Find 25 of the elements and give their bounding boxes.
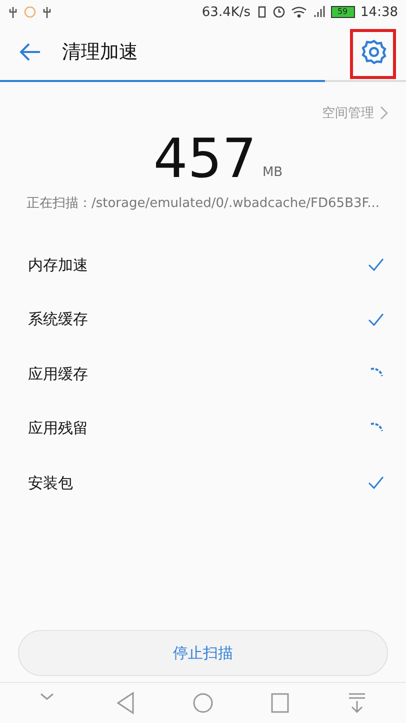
scan-category: 安装包: [28, 474, 74, 493]
recents-icon[interactable]: [269, 691, 292, 715]
junk-size: 457: [153, 128, 256, 190]
space-management-link[interactable]: 空间管理: [322, 104, 374, 122]
usb-icon: [8, 5, 18, 19]
home-icon[interactable]: [192, 691, 214, 715]
wifi-icon: [290, 5, 307, 19]
clock: 14:38: [360, 4, 398, 20]
network-speed: 63.4K/s: [202, 4, 251, 20]
chevron-icon: [380, 106, 388, 120]
battery-icon: 59: [330, 6, 355, 18]
scan-category: 应用残留: [28, 419, 89, 438]
signal-icon: [312, 5, 325, 19]
scan-category: 系统缓存: [28, 310, 89, 330]
alarm-icon: [272, 5, 285, 19]
size-unit: MB: [262, 165, 283, 180]
page-title: 清理加速: [62, 40, 139, 65]
vibrate-icon: [256, 5, 267, 19]
scan-category: 内存加速: [28, 256, 89, 275]
back-icon[interactable]: [114, 691, 137, 715]
usb-icon: [42, 5, 52, 19]
scan-path: 正在扫描：/storage/emulated/0/.wbadcache/FD65B3F...: [25, 195, 381, 212]
scan-category: 应用缓存: [28, 364, 89, 384]
stop-scan-button[interactable]: 停止扫描: [18, 630, 388, 676]
settings-icon[interactable]: [361, 39, 387, 65]
